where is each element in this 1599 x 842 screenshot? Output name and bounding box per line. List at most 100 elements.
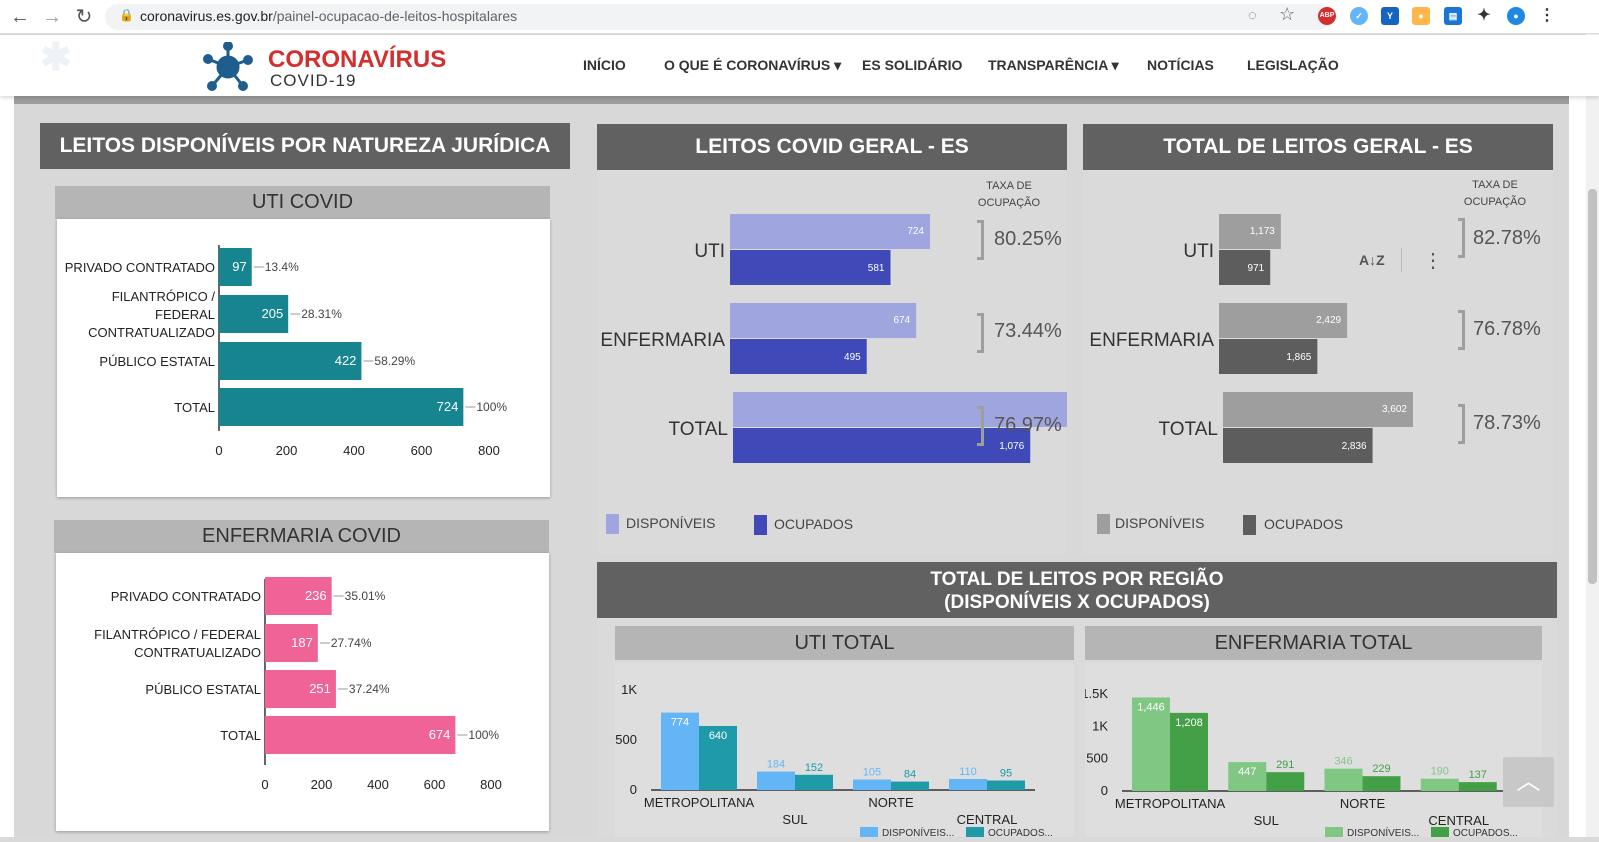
- y-tick-label: 1.5K: [1085, 686, 1108, 701]
- eye-off-icon[interactable]: ◌: [1248, 7, 1257, 24]
- bar-value-label: 105: [863, 767, 881, 779]
- back-icon[interactable]: ←: [8, 5, 32, 29]
- browser-toolbar: ← → ↻ 🔒 coronavirus.es.gov.br/painel-ocu…: [0, 0, 1599, 34]
- bar-value-label: 1,076: [999, 441, 1024, 452]
- y-tick-label: 1K: [1092, 718, 1108, 733]
- bar: [219, 388, 464, 426]
- scroll-to-top-button[interactable]: ︿: [1503, 757, 1554, 807]
- rate-enfermaria: 73.44%: [994, 320, 1062, 342]
- uti-total-card: 0 500 1K 774 640 METROPOLITANA 184 152 SUL 105 84 N…: [615, 663, 1074, 839]
- regiao-title: TOTAL DE LEITOS POR REGIÃO (DISPONÍVEIS …: [597, 562, 1557, 618]
- legend-swatch-disponiveis: [860, 827, 878, 837]
- y-tick-label: 500: [1086, 751, 1108, 766]
- percent-label: 13.4%: [265, 260, 299, 274]
- y-tick-label: 0: [1101, 783, 1108, 798]
- profile-avatar[interactable]: ●: [1507, 7, 1525, 25]
- category-label: FILANTRÓPICO / FEDERAL: [94, 627, 261, 642]
- x-tick-label: 400: [367, 777, 389, 792]
- legend-swatch-disponiveis: [1325, 827, 1343, 837]
- bar-value-label: 187: [291, 635, 313, 650]
- uti-covid-title: UTI COVID: [55, 186, 550, 219]
- legend-ocupados[interactable]: OCUPADOS: [774, 516, 853, 532]
- nav-o-que-e-coronavirus[interactable]: O QUE É CORONAVÍRUS ▾: [664, 57, 841, 74]
- x-tick-label: 800: [480, 777, 502, 792]
- legend-ocupados: OCUPADOS...: [1453, 828, 1518, 837]
- bar-disponiveis: [1324, 768, 1363, 791]
- forward-icon[interactable]: →: [40, 5, 64, 29]
- virus-logo-icon: [203, 42, 253, 91]
- bar-disponiveis: [949, 779, 987, 790]
- nav-transparencia[interactable]: TRANSPARÊNCIA ▾: [988, 57, 1119, 74]
- enfermaria-total-card: 0 500 1K 1.5K 1,446 1,208 METROPOLITANA 447 291 S…: [1081, 663, 1542, 839]
- star-icon[interactable]: ☆: [1279, 4, 1295, 25]
- sort-az-icon[interactable]: A↓Z: [1359, 252, 1385, 268]
- nav-es-solidario[interactable]: ES SOLIDÁRIO: [862, 57, 962, 73]
- legend-disponiveis[interactable]: DISPONÍVEIS: [1115, 515, 1204, 531]
- rate-bracket: [977, 313, 984, 353]
- bar-disponiveis: [1420, 778, 1459, 791]
- adblock-icon[interactable]: ABP: [1318, 7, 1336, 25]
- category-label: CONTRATUALIZADO: [134, 645, 261, 660]
- x-category-label: SUL: [782, 812, 807, 827]
- rate-uti: 80.25%: [994, 228, 1062, 250]
- scrollbar-thumb[interactable]: [1588, 189, 1597, 584]
- covid-geral-title: LEITOS COVID GERAL - ES: [597, 124, 1067, 170]
- reload-icon[interactable]: ↻: [72, 5, 96, 29]
- regiao-title-line1: TOTAL DE LEITOS POR REGIÃO: [930, 569, 1224, 590]
- logo-title[interactable]: CORONAVÍRUS: [268, 46, 446, 74]
- uti-covid-card: 97 13.4% PRIVADO CONTRATADO 205 28.31% FILANT…: [57, 219, 550, 497]
- x-tick-label: 600: [424, 777, 446, 792]
- bar-value-label: 152: [805, 762, 823, 774]
- bar-ocupados: [1458, 782, 1497, 791]
- bar: [265, 716, 456, 754]
- regiao-title-line2: (DISPONÍVEIS X OCUPADOS): [944, 592, 1210, 613]
- legend-ocupados[interactable]: OCUPADOS: [1264, 516, 1343, 532]
- bar-value-label: 205: [261, 306, 283, 321]
- nav-inicio[interactable]: INÍCIO: [583, 57, 626, 73]
- rate-bracket: [977, 220, 984, 260]
- x-tick-label: 200: [311, 777, 333, 792]
- category-label: UTI: [1183, 241, 1214, 262]
- x-tick-label: 400: [343, 443, 365, 458]
- category-label: UTI: [694, 241, 725, 262]
- bar-value-label: 184: [767, 759, 785, 771]
- header-background-art: ✱: [40, 37, 74, 79]
- bar-value-label: 422: [335, 353, 357, 368]
- enfermaria-total-chart: 0 500 1K 1.5K 1,446 1,208 METROPOLITANA 447 291 S…: [1081, 686, 1518, 839]
- more-options-icon[interactable]: ⋮: [1423, 248, 1443, 273]
- bar-ocupados: [987, 780, 1025, 790]
- legend-swatch-ocupados: [1431, 827, 1449, 837]
- category-label: TOTAL: [1159, 419, 1218, 440]
- x-category-label: SUL: [1254, 813, 1279, 828]
- category-label: PRIVADO CONTRATADO: [65, 260, 215, 275]
- toolbar-divider: [1401, 248, 1402, 272]
- bar-ocupados: [1362, 776, 1401, 791]
- percent-label: 27.74%: [331, 636, 372, 650]
- total-geral-title: TOTAL DE LEITOS GERAL - ES: [1083, 124, 1553, 170]
- extension-icon[interactable]: ▤: [1444, 7, 1462, 25]
- percent-label: 100%: [476, 400, 507, 414]
- bar-value-label: 1,446: [1137, 701, 1165, 713]
- legend-disponiveis: DISPONÍVEIS...: [1347, 826, 1419, 837]
- rate-total: 78.73%: [1473, 412, 1541, 434]
- bar-value-label: 229: [1372, 763, 1390, 775]
- bar-value-label: 674: [894, 315, 911, 326]
- bar-value-label: 724: [907, 226, 924, 237]
- category-label: ENFERMARIA: [600, 330, 725, 351]
- x-category-label: METROPOLITANA: [1115, 796, 1226, 811]
- url-text[interactable]: coronavirus.es.gov.br/painel-ocupacao-de…: [140, 8, 517, 24]
- puzzle-icon[interactable]: ✦: [1475, 7, 1493, 25]
- x-tick-label: 600: [411, 443, 433, 458]
- nav-legislacao[interactable]: LEGISLAÇÃO: [1247, 57, 1339, 73]
- nav-noticias[interactable]: NOTÍCIAS: [1147, 57, 1214, 73]
- legend-disponiveis[interactable]: DISPONÍVEIS: [626, 515, 715, 531]
- scrollbar[interactable]: [1586, 34, 1599, 837]
- extension-icon[interactable]: ●: [1412, 7, 1430, 25]
- bar-value-label: 1,173: [1250, 226, 1275, 237]
- rate-bracket: [1458, 404, 1465, 444]
- more-menu-icon[interactable]: ⋮: [1538, 7, 1556, 25]
- bar-value-label: 674: [429, 727, 451, 742]
- extension-icon[interactable]: ✓: [1350, 7, 1368, 25]
- enfermaria-covid-card: 236 35.01% PRIVADO CONTRATADO 187 27.74% FILA…: [56, 553, 549, 831]
- extension-icon[interactable]: Y: [1381, 7, 1399, 25]
